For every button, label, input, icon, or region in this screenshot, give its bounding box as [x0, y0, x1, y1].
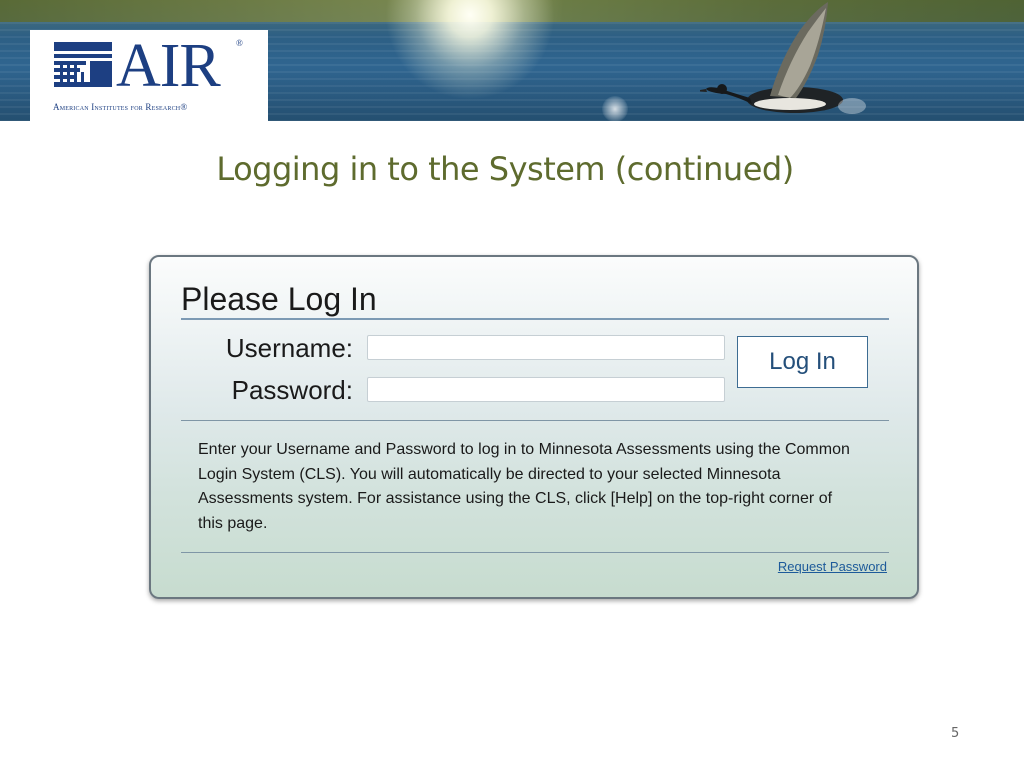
request-password-link[interactable]: Request Password — [778, 559, 887, 574]
login-panel: Please Log In Username: Password: Log In… — [149, 255, 919, 599]
heading-divider — [181, 318, 889, 320]
username-input[interactable] — [367, 335, 725, 360]
username-label: Username: — [225, 333, 353, 363]
form-divider — [181, 420, 889, 421]
banner-lens-flare — [602, 96, 628, 121]
footer-divider — [181, 552, 889, 553]
logo-registered-mark: ® — [236, 38, 243, 48]
login-button[interactable]: Log In — [737, 336, 868, 388]
password-label: Password: — [231, 375, 353, 405]
loon-bird-image — [700, 2, 866, 114]
password-input[interactable] — [367, 377, 725, 402]
slide-title: Logging in to the System (continued) — [216, 150, 794, 188]
login-heading: Please Log In — [181, 281, 377, 317]
page-number: 5 — [951, 726, 960, 741]
logo-subtitle: American Institutes for Research® — [53, 102, 188, 112]
header-banner: AIR ® American Institutes for Research® — [0, 0, 1024, 121]
logo-wordmark: AIR — [116, 32, 221, 100]
columns-building-icon — [54, 42, 112, 87]
air-logo: AIR ® American Institutes for Research® — [30, 30, 268, 121]
login-instructions: Enter your Username and Password to log … — [198, 441, 850, 532]
